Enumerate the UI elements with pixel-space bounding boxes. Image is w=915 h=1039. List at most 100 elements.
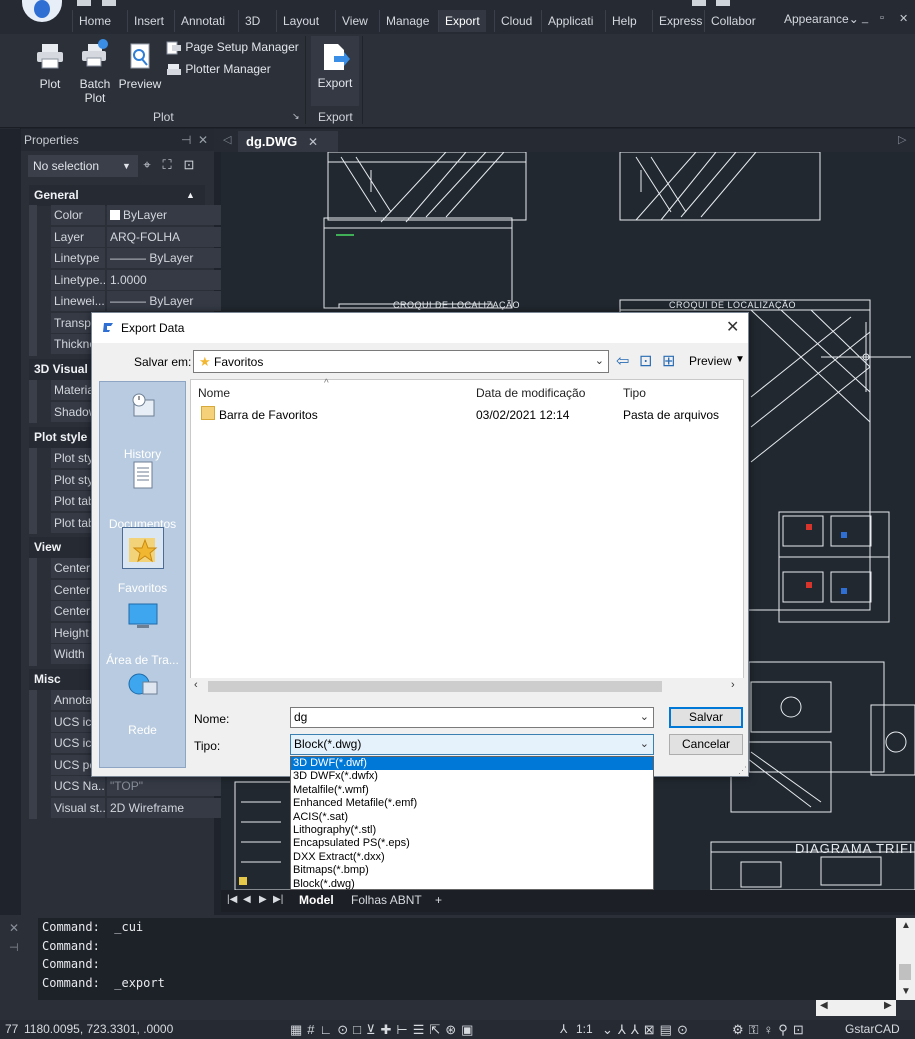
filetype-option[interactable]: Encapsulated PS(*.eps) [291,837,653,850]
tab-home[interactable]: Home [72,10,117,32]
scroll-right-icon[interactable]: ▶ [884,1000,892,1011]
selection-dropdown[interactable]: No selection ▼ [28,155,138,177]
first-layout-icon[interactable]: |◀ [227,894,237,905]
column-modified[interactable]: Data de modificação [476,386,585,400]
last-layout-icon[interactable]: ▶| [273,894,283,905]
property-row[interactable]: Color ByLayer [51,205,223,226]
minimize-icon[interactable]: _ [862,12,868,24]
tab-layout[interactable]: Layout [276,10,325,32]
tab-scroll-right-icon[interactable]: ▷ [898,133,906,146]
select-objects-icon[interactable]: ⛶ [157,155,177,175]
new-folder-icon[interactable]: ⊞ [662,351,675,371]
restore-icon[interactable]: ▫ [880,12,884,24]
tab-collaborate[interactable]: Collabor [704,10,762,32]
quick-access-undo-icon[interactable] [692,0,706,6]
chevron-down-icon[interactable]: ▼ [735,354,745,365]
appearance-menu[interactable]: Appearance⌄ [784,12,859,26]
column-type[interactable]: Tipo [623,386,646,400]
property-row[interactable]: UCS Na... "TOP" [51,776,223,797]
save-in-dropdown[interactable]: ★ Favoritos ⌄ [193,350,609,373]
file-list[interactable]: ^ Nome Data de modificação Tipo Barra de… [190,378,744,694]
dialog-launcher-icon[interactable]: ↘ [292,111,300,122]
tab-insert[interactable]: Insert [127,10,170,32]
filetype-option[interactable]: Metalfile(*.wmf) [291,784,653,797]
property-row[interactable]: Linetype... 1.0000 [51,269,223,291]
place-desktop[interactable]: Área de Tra... [100,600,185,667]
filetype-option[interactable]: Enhanced Metafile(*.emf) [291,797,653,810]
tab-applications[interactable]: Applicati [541,10,599,32]
add-layout-button[interactable]: + [435,893,442,907]
prev-layout-icon[interactable]: ◀ [243,894,251,905]
filetype-option[interactable]: 3D DWFx(*.dwfx) [291,770,653,783]
property-row[interactable]: Linewei... ——— ByLayer [51,291,223,312]
quick-access-open-icon[interactable] [102,0,116,6]
quick-access-redo-icon[interactable] [716,0,730,6]
close-icon[interactable]: ✕ [9,921,19,935]
tab-express[interactable]: Express [652,10,708,32]
tab-folhas-abnt[interactable]: Folhas ABNT [351,893,422,907]
batch-plot-button[interactable]: Batch Plot [76,38,114,105]
document-tab[interactable]: dg.DWG ✕ [238,131,338,152]
filetype-option[interactable]: 3D DWF(*.dwf) [291,757,653,771]
tab-cloud[interactable]: Cloud [494,10,538,32]
status-settings-icons[interactable]: ⚙⚿♀⚲⊡ [732,1020,809,1039]
filename-input[interactable]: dg ⌄ [290,707,654,728]
scroll-thumb[interactable] [208,681,662,692]
drafting-toggles-icons[interactable]: ▦#∟⊙□⊻✚⊢☰⇱⊛▣ [290,1020,478,1039]
app-logo[interactable] [22,0,62,22]
filetype-option[interactable]: Bitmaps(*.bmp) [291,864,653,877]
file-list-scrollbar[interactable]: ‹ › [190,678,744,695]
pin-icon[interactable]: ⊣ [9,941,19,954]
up-folder-icon[interactable]: ⊡ [639,351,652,371]
preview-button[interactable]: Preview [118,42,162,91]
tab-3d[interactable]: 3D [238,10,266,32]
dialog-title-bar[interactable]: Export Data ✕ [92,313,748,343]
annotation-scale[interactable]: 1:1 [576,1020,593,1039]
group-general[interactable]: General ▲ [29,185,205,206]
pickadd-icon[interactable]: ⊡ [179,155,199,175]
close-tab-icon[interactable]: ✕ [308,132,318,153]
close-icon[interactable]: ✕ [899,12,908,25]
status-tools-icons[interactable]: ⌄⅄⅄⊠▤⊙ [602,1020,693,1039]
close-icon[interactable]: ✕ [198,129,208,151]
tab-scroll-left-icon[interactable]: ◁ [223,133,231,146]
scroll-left-icon[interactable]: ‹ [194,679,198,691]
place-history[interactable]: History [100,390,185,461]
filetype-option[interactable]: ACIS(*.sat) [291,811,653,824]
pin-icon[interactable]: ⊣ [181,129,191,151]
command-history[interactable]: Command: _cui Command: Command: Command:… [38,918,896,1000]
scroll-thumb[interactable] [899,964,911,980]
scroll-left-icon[interactable]: ◀ [820,1000,828,1011]
command-scrollbar[interactable]: ▲ ▼ [896,918,915,1000]
property-row[interactable]: Layer ARQ-FOLHA [51,226,223,248]
quick-access-new-icon[interactable] [77,0,91,6]
quick-select-icon[interactable]: ⌖ [137,155,157,175]
preview-toggle[interactable]: Preview [689,354,732,368]
filetype-select[interactable]: Block(*.dwg) ⌄ [290,734,654,755]
place-documents[interactable]: Documentos [100,460,185,531]
filetype-option[interactable]: Lithography(*.stl) [291,824,653,837]
tab-export[interactable]: Export [438,10,486,32]
scroll-down-icon[interactable]: ▼ [901,986,911,997]
page-setup-manager-button[interactable]: Page Setup Manager [166,40,299,58]
property-row[interactable]: Visual st... 2D Wireframe [51,797,223,819]
back-icon[interactable]: ⇦ [616,351,629,371]
save-button[interactable]: Salvar [669,707,743,728]
cancel-button[interactable]: Cancelar [669,734,743,755]
command-hscrollbar[interactable]: ◀ ▶ [816,998,896,1016]
tab-model[interactable]: Model [299,893,334,907]
annotation-scale-icon[interactable]: ⅄ [560,1020,567,1039]
scroll-up-icon[interactable]: ▲ [901,920,911,931]
scroll-right-icon[interactable]: › [731,679,735,691]
column-name[interactable]: Nome [198,386,230,400]
place-network[interactable]: Rede [100,668,185,737]
close-icon[interactable]: ✕ [726,317,739,337]
plotter-manager-button[interactable]: Plotter Manager [166,62,271,80]
place-favorites[interactable]: Favoritos [100,527,185,595]
filetype-option[interactable]: Block(*.dwg) [291,878,653,891]
tab-view[interactable]: View [335,10,374,32]
plot-button[interactable]: Plot [32,42,68,91]
filetype-option[interactable]: DXX Extract(*.dxx) [291,851,653,864]
property-row[interactable]: Linetype ——— ByLayer [51,248,223,269]
tab-manage[interactable]: Manage [379,10,435,32]
